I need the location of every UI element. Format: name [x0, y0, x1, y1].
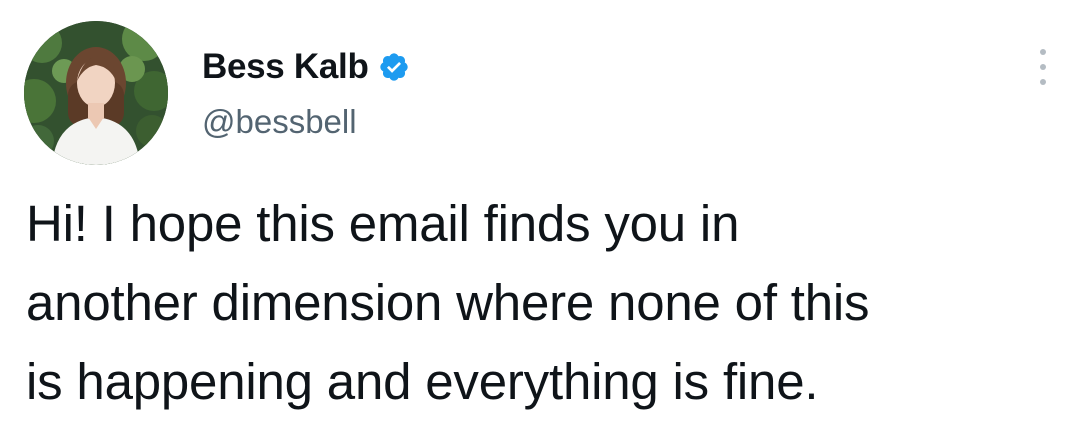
- avatar[interactable]: [24, 21, 168, 165]
- username-handle[interactable]: @bessbell: [202, 103, 357, 141]
- tweet-card: Bess Kalb @bessbell Hi! I hope this emai…: [0, 0, 1068, 436]
- verified-badge-icon: [378, 51, 410, 83]
- more-options-icon[interactable]: [1031, 45, 1055, 89]
- tweet-text-line: is happening and everything is fine.: [26, 353, 819, 410]
- display-name[interactable]: Bess Kalb: [202, 47, 369, 87]
- author-info: Bess Kalb: [202, 42, 410, 92]
- tweet-text-line: Hi! I hope this email finds you in: [26, 195, 740, 252]
- tweet-text-line: another dimension where none of this: [26, 274, 870, 331]
- tweet-text: Hi! I hope this email finds you in anoth…: [26, 184, 1062, 421]
